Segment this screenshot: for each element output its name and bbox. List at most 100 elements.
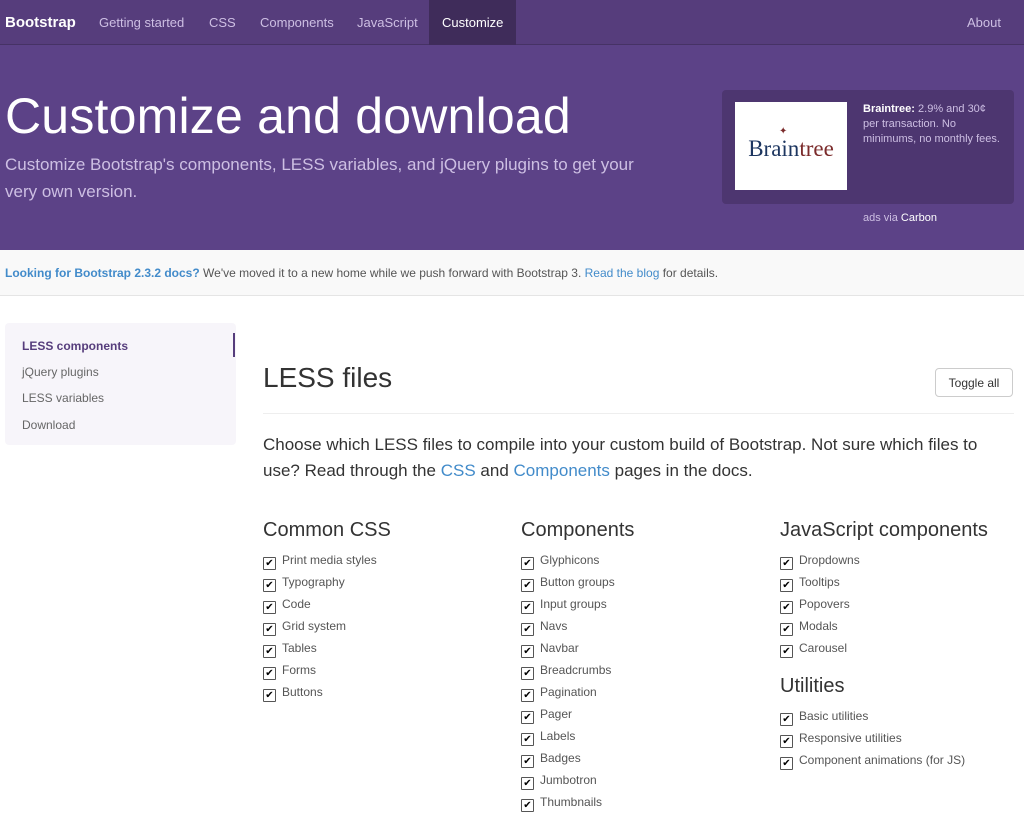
nav-customize[interactable]: Customize (429, 0, 517, 45)
logo-text-b: tree (799, 136, 834, 161)
checkbox-row[interactable]: ✔ Thumbnails (521, 791, 634, 813)
checkbox-checked[interactable]: ✔ (780, 713, 793, 726)
checkbox-checked[interactable]: ✔ (263, 557, 276, 570)
nav-components[interactable]: Components (260, 0, 334, 45)
checkbox-row[interactable]: ✔ Breadcrumbs (521, 659, 634, 681)
checkbox-checked[interactable]: ✔ (521, 667, 534, 680)
checkbox-checked[interactable]: ✔ (780, 735, 793, 748)
checkbox-checked[interactable]: ✔ (521, 711, 534, 724)
checkbox-checked[interactable]: ✔ (780, 645, 793, 658)
checkbox-row[interactable]: ✔ Dropdowns (780, 549, 988, 571)
checkbox-checked[interactable]: ✔ (263, 667, 276, 680)
checkbox-list: ✔ Dropdowns ✔ Tooltips ✔ Popovers ✔ Modals ✔ Caro… (780, 549, 988, 659)
column-heading: Components (521, 519, 635, 541)
checkbox-row[interactable]: ✔ Component animations (for JS) (780, 749, 988, 771)
checkbox-label: Forms (282, 663, 316, 677)
checkbox-row[interactable]: ✔ Carousel (780, 637, 988, 659)
checkbox-checked[interactable]: ✔ (521, 601, 534, 614)
ad-text[interactable]: Braintree: 2.9% and 30¢ per transaction.… (863, 102, 1001, 147)
braintree-logo[interactable]: ✦ Braintree (735, 102, 847, 190)
notice-text: We've moved it to a new home while we pu… (203, 266, 582, 280)
section-title: LESS files (263, 362, 393, 393)
carbon-ad[interactable]: ✦ Braintree Braintree: 2.9% and 30¢ per … (722, 90, 1014, 224)
css-link[interactable]: CSS (441, 461, 476, 480)
side-nav-jquery-plugins[interactable]: jQuery plugins (22, 365, 99, 379)
components-link[interactable]: Components (514, 461, 610, 480)
checkbox-row[interactable]: ✔ Typography (263, 571, 391, 593)
nav-getting-started[interactable]: Getting started (99, 0, 184, 45)
checkbox-label: Pagination (540, 685, 597, 699)
docs-notice: Looking for Bootstrap 2.3.2 docs? We've … (0, 250, 1024, 296)
checkbox-checked[interactable]: ✔ (521, 557, 534, 570)
checkbox-row[interactable]: ✔ Pager (521, 703, 634, 725)
checkbox-row[interactable]: ✔ Code (263, 593, 391, 615)
checkbox-checked[interactable]: ✔ (521, 579, 534, 592)
top-navbar: Bootstrap Getting started CSS Components… (0, 0, 1024, 45)
logo-text-a: Brain (748, 136, 800, 161)
notice-blog-link[interactable]: Read the blog (585, 266, 660, 280)
checkbox-row[interactable]: ✔ Tooltips (780, 571, 988, 593)
nav-about[interactable]: About (967, 0, 1001, 45)
side-nav-download[interactable]: Download (22, 418, 75, 432)
checkbox-checked[interactable]: ✔ (263, 689, 276, 702)
checkbox-row[interactable]: ✔ Forms (263, 659, 391, 681)
checkbox-checked[interactable]: ✔ (263, 579, 276, 592)
intro-and: and (480, 461, 509, 480)
checkbox-row[interactable]: ✔ Badges (521, 747, 634, 769)
checkbox-checked[interactable]: ✔ (263, 645, 276, 658)
checkbox-label: Input groups (540, 597, 607, 611)
checkbox-checked[interactable]: ✔ (521, 733, 534, 746)
section-intro: Choose which LESS files to compile into … (263, 432, 1013, 484)
notice-suffix: for details. (662, 266, 719, 280)
checkbox-label: Glyphicons (540, 553, 600, 567)
checkbox-row[interactable]: ✔ Grid system (263, 615, 391, 637)
checkbox-label: Component animations (for JS) (799, 753, 966, 767)
checkbox-label: Tables (282, 641, 317, 655)
checkbox-row[interactable]: ✔ Glyphicons (521, 549, 634, 571)
checkbox-checked[interactable]: ✔ (521, 777, 534, 790)
checkbox-row[interactable]: ✔ Tables (263, 637, 391, 659)
toggle-all-button[interactable]: Toggle all (935, 368, 1013, 397)
checkbox-label: Tooltips (799, 575, 840, 589)
page-title: Customize and download (5, 88, 571, 144)
checkbox-row[interactable]: ✔ Basic utilities (780, 705, 988, 727)
nav-css[interactable]: CSS (209, 0, 236, 45)
checkbox-row[interactable]: ✔ Navs (521, 615, 634, 637)
checkbox-label: Popovers (799, 597, 850, 611)
nav-javascript[interactable]: JavaScript (357, 0, 418, 45)
checkbox-row[interactable]: ✔ Button groups (521, 571, 634, 593)
checkbox-row[interactable]: ✔ Print media styles (263, 549, 391, 571)
column-components: Components ✔ Glyphicons ✔ Button groups ✔ Inp… (521, 517, 634, 813)
checkbox-checked[interactable]: ✔ (263, 623, 276, 636)
checkbox-row[interactable]: ✔ Navbar (521, 637, 634, 659)
side-nav-less-components[interactable]: LESS components (22, 339, 128, 353)
checkbox-checked[interactable]: ✔ (521, 645, 534, 658)
ad-via-link[interactable]: Carbon (901, 212, 937, 224)
checkbox-label: Thumbnails (540, 795, 603, 809)
checkbox-row[interactable]: ✔ Buttons (263, 681, 391, 703)
checkbox-checked[interactable]: ✔ (780, 579, 793, 592)
checkbox-label: Navs (540, 619, 568, 633)
brand-link[interactable]: Bootstrap (5, 0, 76, 45)
checkbox-row[interactable]: ✔ Labels (521, 725, 634, 747)
checkbox-label: Grid system (282, 619, 347, 633)
checkbox-row[interactable]: ✔ Jumbotron (521, 769, 634, 791)
checkbox-checked[interactable]: ✔ (780, 557, 793, 570)
checkbox-checked[interactable]: ✔ (780, 623, 793, 636)
checkbox-row[interactable]: ✔ Pagination (521, 681, 634, 703)
checkbox-row[interactable]: ✔ Modals (780, 615, 988, 637)
checkbox-checked[interactable]: ✔ (521, 689, 534, 702)
notice-strong-link[interactable]: Looking for Bootstrap 2.3.2 docs? (5, 266, 200, 280)
checkbox-checked[interactable]: ✔ (263, 601, 276, 614)
column-heading: Common CSS (263, 519, 391, 541)
checkbox-row[interactable]: ✔ Input groups (521, 593, 634, 615)
checkbox-row[interactable]: ✔ Popovers (780, 593, 988, 615)
checkbox-checked[interactable]: ✔ (521, 799, 534, 812)
side-nav-less-variables[interactable]: LESS variables (22, 391, 104, 405)
checkbox-checked[interactable]: ✔ (521, 623, 534, 636)
checkbox-row[interactable]: ✔ Responsive utilities (780, 727, 988, 749)
checkbox-list: ✔ Glyphicons ✔ Button groups ✔ Input groups ✔ N… (521, 549, 634, 813)
checkbox-checked[interactable]: ✔ (780, 601, 793, 614)
checkbox-checked[interactable]: ✔ (780, 757, 793, 770)
checkbox-checked[interactable]: ✔ (521, 755, 534, 768)
